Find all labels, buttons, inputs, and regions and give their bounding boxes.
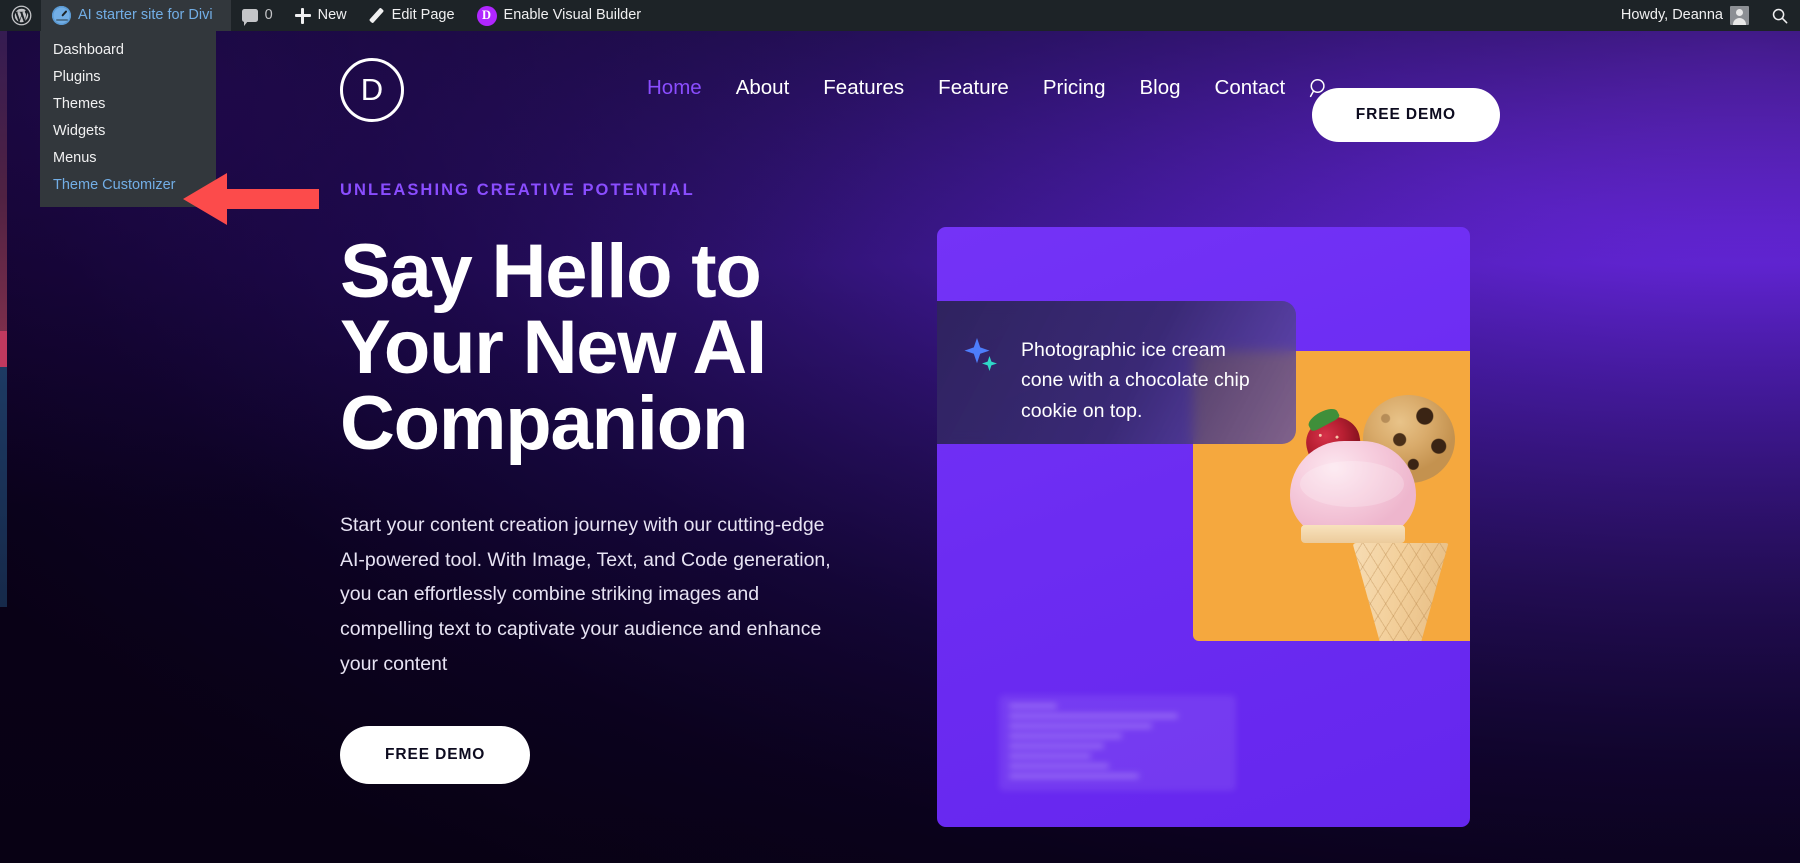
hero-free-demo-button[interactable]: FREE DEMO bbox=[340, 725, 531, 784]
nav-item-blog[interactable]: Blog bbox=[1123, 76, 1198, 100]
site-logo[interactable]: D bbox=[340, 58, 404, 122]
waffle-cone-image bbox=[1352, 543, 1449, 641]
ai-prompt-card: Photographic ice cream cone with a choco… bbox=[937, 301, 1296, 444]
nav-item-pricing[interactable]: Pricing bbox=[1026, 76, 1123, 100]
divi-logo-icon: D bbox=[340, 58, 404, 122]
avatar bbox=[1730, 6, 1749, 25]
site-page: D Home About Features Feature Pricing Bl… bbox=[0, 31, 1800, 863]
hero-title-line-1: Say Hello to bbox=[340, 229, 762, 314]
search-icon bbox=[1772, 8, 1788, 23]
plus-icon bbox=[294, 7, 311, 24]
admin-bar-enable-visual-builder[interactable]: D Enable Visual Builder bbox=[466, 0, 653, 31]
dropdown-item-dashboard[interactable]: Dashboard bbox=[40, 37, 216, 64]
hero-eyebrow: UNLEASHING CREATIVE POTENTIAL bbox=[340, 181, 695, 199]
nav-item-features[interactable]: Features bbox=[806, 76, 921, 100]
nav-item-feature[interactable]: Feature bbox=[921, 76, 1026, 100]
admin-bar-edit-page[interactable]: Edit Page bbox=[358, 0, 466, 31]
comment-bubble-icon bbox=[241, 9, 258, 26]
left-edge-sliver bbox=[0, 31, 7, 863]
hero-title: Say Hello to Your New AI Companion bbox=[340, 234, 870, 462]
ai-prompt-text: Photographic ice cream cone with a choco… bbox=[1021, 339, 1250, 422]
dropdown-item-widgets[interactable]: Widgets bbox=[40, 118, 216, 145]
site-name-label: AI starter site for Divi bbox=[78, 7, 213, 23]
new-label: New bbox=[317, 7, 347, 23]
comments-count-label: 0 bbox=[264, 7, 273, 23]
dropdown-item-menus[interactable]: Menus bbox=[40, 145, 216, 172]
wordpress-logo-menu[interactable] bbox=[0, 0, 41, 31]
admin-bar-search[interactable] bbox=[1760, 0, 1800, 31]
edit-page-label: Edit Page bbox=[391, 7, 455, 23]
ice-cream-scoop-image bbox=[1289, 441, 1416, 537]
admin-bar-right-group: Howdy, Deanna bbox=[1610, 0, 1800, 31]
howdy-label: Howdy, Deanna bbox=[1620, 7, 1723, 23]
dashboard-speedometer-icon bbox=[52, 6, 71, 25]
nav-item-home[interactable]: Home bbox=[630, 76, 719, 100]
header-free-demo-button[interactable]: FREE DEMO bbox=[1311, 88, 1500, 142]
divi-badge-icon: D bbox=[476, 5, 497, 26]
dropdown-item-themes[interactable]: Themes bbox=[40, 91, 216, 118]
nav-item-contact[interactable]: Contact bbox=[1198, 76, 1303, 100]
hero-title-line-3: Companion bbox=[340, 381, 748, 466]
wp-admin-bar: AI starter site for Divi 0 New Edit Page… bbox=[0, 0, 1800, 31]
cone-rim-image bbox=[1300, 525, 1405, 543]
wordpress-icon bbox=[11, 5, 32, 26]
site-header: D Home About Features Feature Pricing Bl… bbox=[0, 31, 1800, 144]
blurred-code-snippet bbox=[999, 695, 1236, 791]
admin-bar-site-name[interactable]: AI starter site for Divi bbox=[41, 0, 231, 31]
hero-background-overlay bbox=[0, 31, 1800, 863]
hero-text-column: UNLEASHING CREATIVE POTENTIAL Say Hello … bbox=[340, 181, 870, 784]
red-arrow-annotation bbox=[183, 173, 319, 225]
visual-builder-label: Enable Visual Builder bbox=[503, 7, 642, 23]
hero-paragraph: Start your content creation journey with… bbox=[340, 514, 831, 675]
dropdown-item-plugins[interactable]: Plugins bbox=[40, 64, 216, 91]
sparkle-icon bbox=[963, 337, 1003, 377]
admin-bar-comments[interactable]: 0 bbox=[231, 0, 284, 31]
pencil-icon bbox=[369, 8, 385, 24]
admin-bar-my-account[interactable]: Howdy, Deanna bbox=[1610, 0, 1760, 31]
main-navigation: Home About Features Feature Pricing Blog… bbox=[630, 31, 1330, 144]
nav-item-about[interactable]: About bbox=[719, 76, 807, 100]
hero-title-line-2: Your New AI bbox=[340, 305, 767, 390]
admin-bar-new[interactable]: New bbox=[284, 0, 358, 31]
